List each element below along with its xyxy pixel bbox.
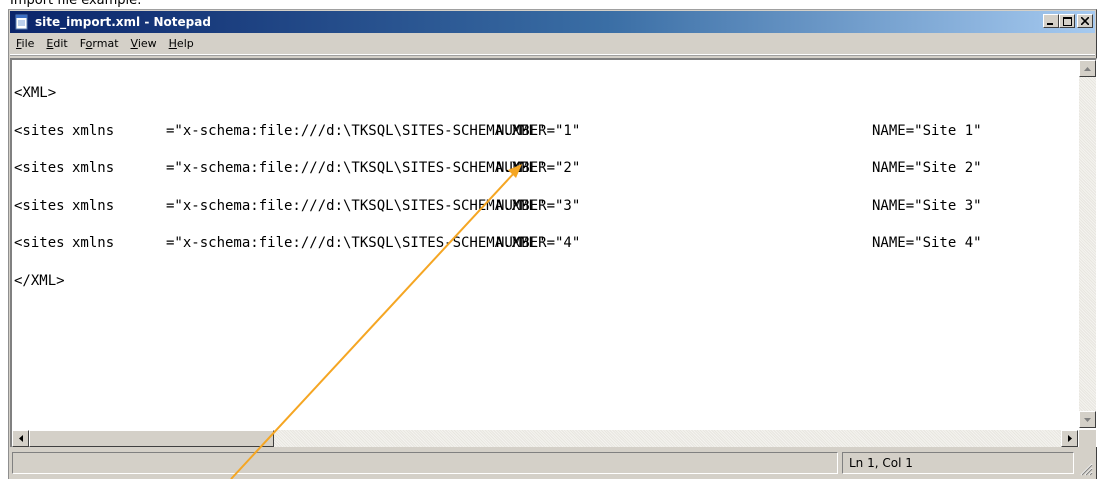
name-attribute: NAME="Site 4" — [872, 235, 982, 251]
menu-format[interactable]: Format — [74, 35, 125, 53]
text-line: <sites xmlns ="x-schema:file:///d:\TKSQL… — [14, 197, 1078, 214]
arrow-up-icon — [1084, 66, 1091, 71]
arrow-right-icon — [1067, 435, 1072, 442]
close-icon — [1081, 17, 1089, 25]
notepad-icon[interactable] — [14, 14, 30, 30]
cursor-position: Ln 1, Col 1 — [849, 456, 913, 470]
text-line: <XML> — [14, 85, 1078, 101]
text-line: <sites xmlns ="x-schema:file:///d:\TKSQL… — [14, 160, 1078, 176]
line-text: <XML> — [14, 85, 57, 101]
text-editor[interactable]: <XML> <sites xmlns ="x-schema:file:///d:… — [10, 58, 1097, 447]
scroll-left-button[interactable] — [12, 430, 29, 447]
menu-help-label: Help — [168, 37, 194, 50]
number-attribute: NUMBER="1" — [496, 122, 581, 139]
minimize-button[interactable] — [1043, 14, 1059, 28]
schema-value: ="x-schema:file:///d:\TKSQL\SITES-SCHEMA… — [166, 235, 546, 251]
text-line: <sites xmlns ="x-schema:file:///d:\TKSQL… — [14, 122, 1078, 139]
menu-view-label: View — [130, 37, 157, 50]
maximize-icon — [1062, 16, 1072, 26]
close-button[interactable] — [1077, 14, 1093, 28]
schema-value: ="x-schema:file:///d:\TKSQL\SITES-SCHEMA… — [166, 160, 546, 176]
menu-file[interactable]: File — [10, 35, 40, 53]
menu-file-label: File — [16, 37, 35, 50]
number-attribute: NUMBER="3" — [496, 197, 581, 214]
menu-help[interactable]: Help — [163, 35, 200, 53]
menu-edit[interactable]: Edit — [40, 35, 73, 53]
attribute-name: xmlns — [72, 122, 115, 139]
element-tag: <sites — [14, 122, 65, 139]
status-pane-position: Ln 1, Col 1 — [842, 452, 1074, 474]
minimize-icon — [1047, 23, 1053, 25]
arrow-left-icon — [18, 435, 23, 442]
scroll-up-button[interactable] — [1079, 60, 1096, 77]
menu-view[interactable]: View — [125, 35, 163, 53]
attribute-name: xmlns — [72, 197, 115, 214]
menu-bar: File Edit Format View Help — [10, 34, 1095, 55]
name-attribute: NAME="Site 3" — [872, 197, 982, 214]
number-attribute: NUMBER="4" — [496, 235, 581, 251]
horizontal-scrollbar[interactable] — [12, 430, 1078, 447]
title-buttons — [1043, 14, 1093, 28]
menu-edit-label: Edit — [46, 37, 68, 50]
number-attribute: NUMBER="2" — [496, 160, 581, 176]
resize-grip-icon[interactable] — [1079, 462, 1093, 476]
horizontal-scroll-thumb[interactable] — [29, 430, 274, 447]
notepad-window: site_import.xml - Notepad File Edit Form… — [8, 9, 1097, 479]
scroll-down-button[interactable] — [1079, 411, 1096, 428]
document-caption: Import file example: — [10, 0, 142, 8]
name-attribute: NAME="Site 1" — [872, 122, 982, 139]
text-line: </XML> — [14, 272, 1078, 289]
status-pane-main — [12, 452, 838, 474]
status-bar: Ln 1, Col 1 — [10, 450, 1095, 479]
text-line: <sites xmlns ="x-schema:file:///d:\TKSQL… — [14, 235, 1078, 251]
document-text[interactable]: <XML> <sites xmlns ="x-schema:file:///d:… — [14, 62, 1078, 428]
schema-value: ="x-schema:file:///d:\TKSQL\SITES-SCHEMA… — [166, 122, 546, 139]
title-bar[interactable]: site_import.xml - Notepad — [10, 11, 1095, 33]
scrollbar-corner — [1079, 430, 1096, 447]
attribute-name: xmlns — [72, 235, 115, 251]
attribute-name: xmlns — [72, 160, 115, 176]
vertical-scrollbar[interactable] — [1079, 60, 1096, 428]
window-title: site_import.xml - Notepad — [35, 15, 211, 29]
schema-value: ="x-schema:file:///d:\TKSQL\SITES-SCHEMA… — [166, 197, 546, 214]
arrow-down-icon — [1084, 417, 1091, 422]
scroll-right-button[interactable] — [1061, 430, 1078, 447]
element-tag: <sites — [14, 235, 65, 251]
element-tag: <sites — [14, 197, 65, 214]
maximize-button[interactable] — [1059, 14, 1075, 28]
element-tag: <sites — [14, 160, 65, 176]
menu-format-label: Format — [79, 37, 119, 50]
name-attribute: NAME="Site 2" — [872, 160, 982, 176]
line-text: </XML> — [14, 272, 65, 289]
